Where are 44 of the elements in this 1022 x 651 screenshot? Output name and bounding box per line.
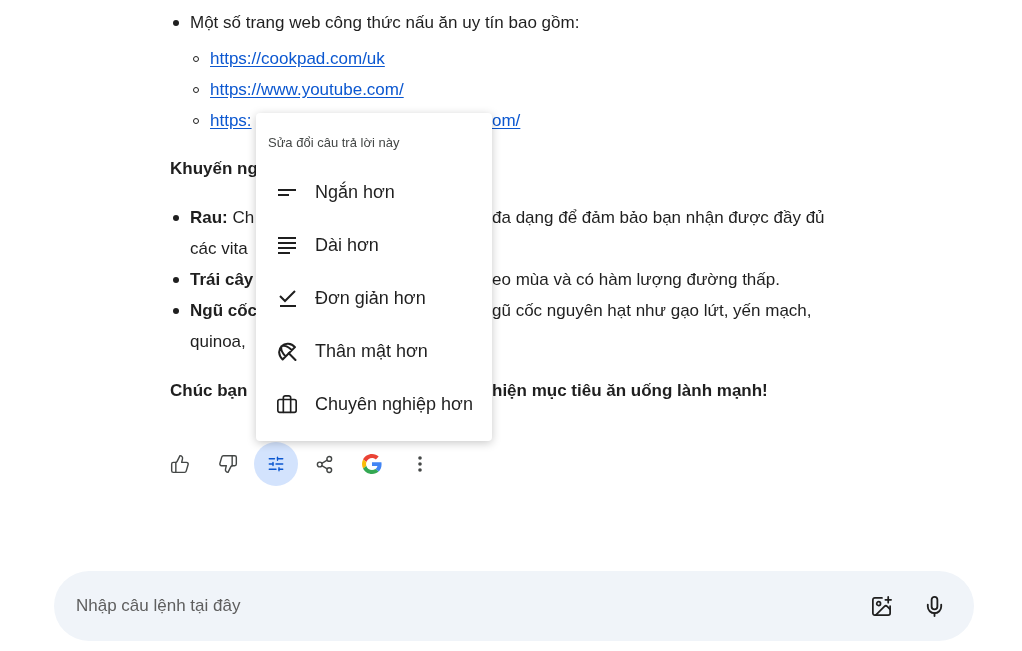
- bullet-icon: [173, 214, 179, 221]
- link[interactable]: https:: [210, 107, 252, 134]
- image-plus-icon: [869, 594, 893, 618]
- list-item-text: đa dạng để đảm bảo bạn nhận được đầy đủ: [492, 206, 825, 229]
- menu-item[interactable]: Chuyên nghiệp hơn: [256, 378, 492, 431]
- link[interactable]: https://www.youtube.com/: [210, 76, 404, 103]
- prompt-bar[interactable]: Nhập câu lệnh tại đây: [54, 571, 974, 641]
- menu-item[interactable]: Thân mật hơn: [256, 325, 492, 378]
- dislike-button[interactable]: [217, 453, 239, 475]
- more-options-icon: [418, 456, 422, 472]
- add-image-button[interactable]: [869, 594, 893, 618]
- list-item-text: các vita: [190, 237, 248, 260]
- menu-item[interactable]: Đơn giản hơn: [256, 272, 492, 325]
- menu-item[interactable]: Ngắn hơn: [256, 166, 492, 219]
- menu-item[interactable]: Dài hơn: [256, 219, 492, 272]
- double-check-button[interactable]: [361, 453, 383, 475]
- list-item-text: Ngũ cốc: [190, 299, 258, 322]
- list-item-text: gũ cốc nguyên hạt như gạo lứt, yến mạch,: [492, 299, 812, 322]
- umbrella-icon: [277, 342, 297, 361]
- briefcase-icon: [276, 393, 298, 416]
- short-lines-icon: [278, 189, 296, 196]
- menu-title: Sửa đổi câu trả lời này: [268, 134, 400, 152]
- list-item-text: eo mùa và có hàm lượng đường thấp.: [492, 268, 780, 291]
- bullet-icon: [173, 276, 179, 283]
- bullet-icon: [173, 19, 179, 26]
- list-item-text: Trái cây: [190, 268, 254, 291]
- list-item-text: Một số trang web công thức nấu ăn uy tín bao gồm:: [190, 11, 580, 34]
- link[interactable]: https://cookpad.com/uk: [210, 45, 385, 72]
- text-lines-icon: [278, 237, 296, 254]
- link[interactable]: om/: [492, 107, 521, 134]
- list-item-text: quinoa,: [190, 330, 246, 353]
- prompt-input-field[interactable]: Nhập câu lệnh tại đây: [76, 591, 849, 621]
- share-icon: [314, 454, 334, 474]
- g-logo-icon: [362, 454, 382, 474]
- like-button[interactable]: [169, 453, 191, 475]
- closing-text: Chúc bạn: [170, 379, 248, 402]
- check-underline-icon: [278, 290, 296, 307]
- modify-response-button[interactable]: [254, 442, 298, 486]
- closing-text: hiện mục tiêu ăn uống lành mạnh!: [492, 379, 768, 402]
- bullet-icon: [173, 307, 179, 314]
- thumbs-up-icon: [170, 454, 190, 474]
- sliders-icon: [267, 455, 285, 473]
- thumbs-down-icon: [218, 454, 238, 474]
- list-item-text: Rau: Ch: [190, 206, 255, 229]
